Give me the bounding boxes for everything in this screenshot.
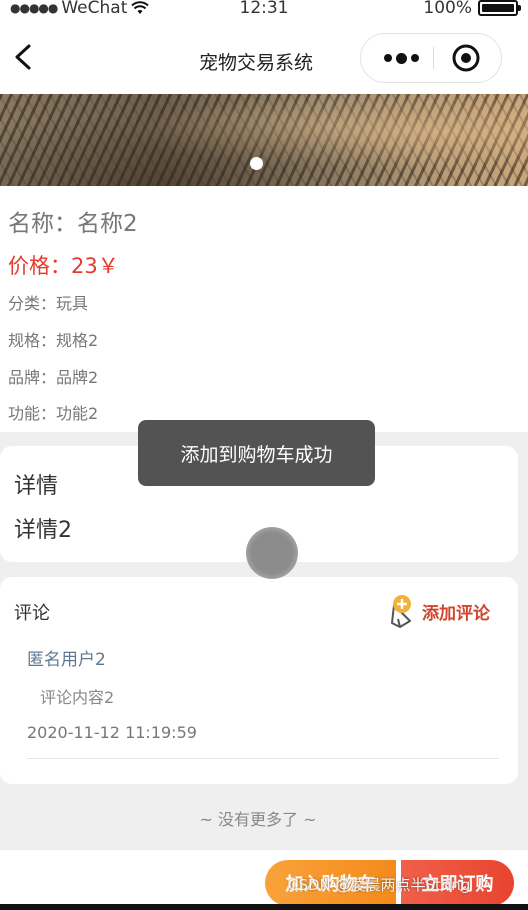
- mini-program-capsule: [360, 33, 502, 83]
- comments-heading: 评论: [14, 603, 50, 624]
- nav-bar: 宠物交易系统: [0, 20, 528, 94]
- carousel-indicator: [250, 157, 263, 170]
- no-more-text: ~ 没有更多了 ~: [199, 810, 317, 829]
- product-info-card: 名称：名称2 价格：23￥ 分类：玩具 规格：规格2 品牌：品牌2 功能：功能2: [0, 186, 528, 432]
- product-image-carousel[interactable]: [0, 94, 528, 186]
- product-function: 功能：功能2: [8, 404, 99, 423]
- add-comment-icon: [391, 595, 411, 628]
- bottom-edge: [0, 904, 528, 910]
- capsule-divider: [433, 47, 434, 69]
- more-options-icon[interactable]: [379, 44, 423, 72]
- battery-status: 100%: [423, 0, 521, 18]
- status-bar: ●●●●● WeChat 12:31 100%: [0, 0, 528, 20]
- product-category: 分类：玩具: [8, 294, 89, 313]
- battery-percent: 100%: [423, 0, 472, 18]
- toast-message: 添加到购物车成功: [138, 420, 375, 486]
- add-comment-label: 添加评论: [422, 603, 490, 624]
- details-heading: 详情: [14, 474, 59, 499]
- watermark: CSDN @凌晨两点半String: [288, 876, 471, 894]
- product-name: 名称：名称2: [8, 211, 138, 237]
- cat-photo: [0, 94, 528, 186]
- product-spec: 规格：规格2: [8, 331, 99, 350]
- product-brand: 品牌：品牌2: [8, 368, 99, 387]
- battery-icon: [478, 0, 521, 16]
- comment-user: 匿名用户2: [27, 650, 106, 670]
- close-target-icon[interactable]: [451, 43, 481, 73]
- product-price: 价格：23￥: [8, 254, 119, 278]
- comment-content: 评论内容2: [40, 688, 115, 707]
- touch-indicator: [246, 527, 298, 579]
- comment-date: 2020-11-12 11:19:59: [27, 723, 197, 742]
- details-content: 详情2: [14, 518, 72, 543]
- comment-divider: [27, 758, 499, 759]
- add-comment-button[interactable]: 添加评论: [388, 593, 490, 629]
- comments-card: 评论 添加评论 匿名用户2 评论内容2 2020-11-12 11:19:59: [0, 577, 518, 784]
